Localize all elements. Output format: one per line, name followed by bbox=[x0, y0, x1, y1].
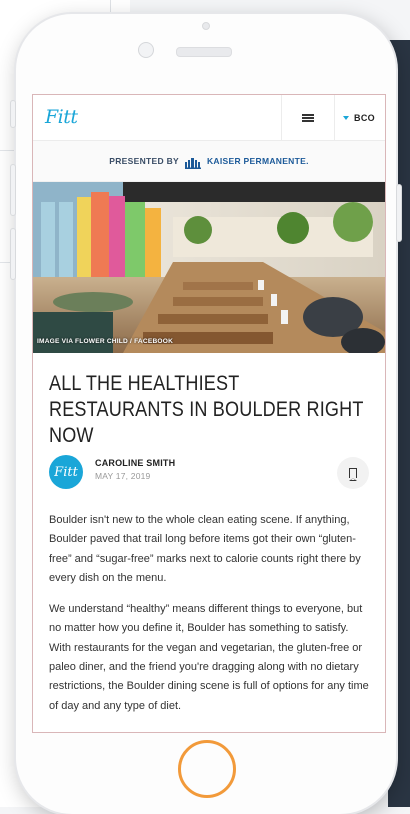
image-caption: IMAGE VIA FLOWER CHILD / FACEBOOK bbox=[37, 338, 174, 345]
sponsor-name: KAISER PERMANENTE. bbox=[206, 156, 309, 166]
phone-mute-switch bbox=[10, 100, 16, 128]
article-title: ALL THE HEALTHIEST RESTAURANTS IN BOULDE… bbox=[49, 372, 364, 447]
phone-camera bbox=[138, 42, 154, 58]
city-selector[interactable]: BCO bbox=[333, 95, 385, 140]
article-paragraph: Boulder isn't new to the whole clean eat… bbox=[49, 514, 361, 584]
menu-button[interactable] bbox=[281, 95, 335, 140]
caret-down-icon bbox=[343, 115, 350, 120]
phone-speaker bbox=[176, 47, 232, 57]
city-label: BCO bbox=[354, 112, 375, 123]
phone-sensor bbox=[202, 22, 210, 30]
bookmark-icon bbox=[348, 468, 357, 481]
hero-image: IMAGE VIA FLOWER CHILD / FACEBOOK bbox=[33, 182, 385, 353]
sponsor-label: PRESENTED BY bbox=[109, 156, 179, 166]
home-button[interactable] bbox=[178, 740, 236, 798]
hamburger-icon bbox=[302, 113, 314, 122]
kaiser-logo-icon bbox=[184, 156, 201, 169]
top-navbar: Fitt BCO bbox=[33, 95, 385, 141]
article-paragraph: We understand “healthy” means different … bbox=[49, 603, 369, 712]
bookmark-button[interactable] bbox=[337, 457, 369, 489]
phone-screen: Fitt BCO PRESENTED BY KAISER PERMANENTE.… bbox=[32, 94, 386, 733]
phone-frame: Fitt BCO PRESENTED BY KAISER PERMANENTE.… bbox=[10, 14, 402, 814]
site-logo[interactable]: Fitt bbox=[45, 106, 78, 128]
publish-date: MAY 17, 2019 bbox=[95, 471, 151, 481]
author-name[interactable]: CAROLINE SMITH bbox=[95, 458, 175, 468]
byline: Fitt CAROLINE SMITH MAY 17, 2019 bbox=[49, 455, 369, 497]
phone-volume-down bbox=[10, 228, 16, 280]
author-avatar[interactable]: Fitt bbox=[49, 455, 83, 489]
phone-power-button bbox=[396, 184, 402, 242]
phone-volume-up bbox=[10, 164, 16, 216]
sponsor-banner[interactable]: PRESENTED BY KAISER PERMANENTE. bbox=[33, 141, 385, 182]
article-body: ALL THE HEALTHIEST RESTAURANTS IN BOULDE… bbox=[33, 371, 385, 716]
backdrop-divider bbox=[110, 0, 111, 12]
